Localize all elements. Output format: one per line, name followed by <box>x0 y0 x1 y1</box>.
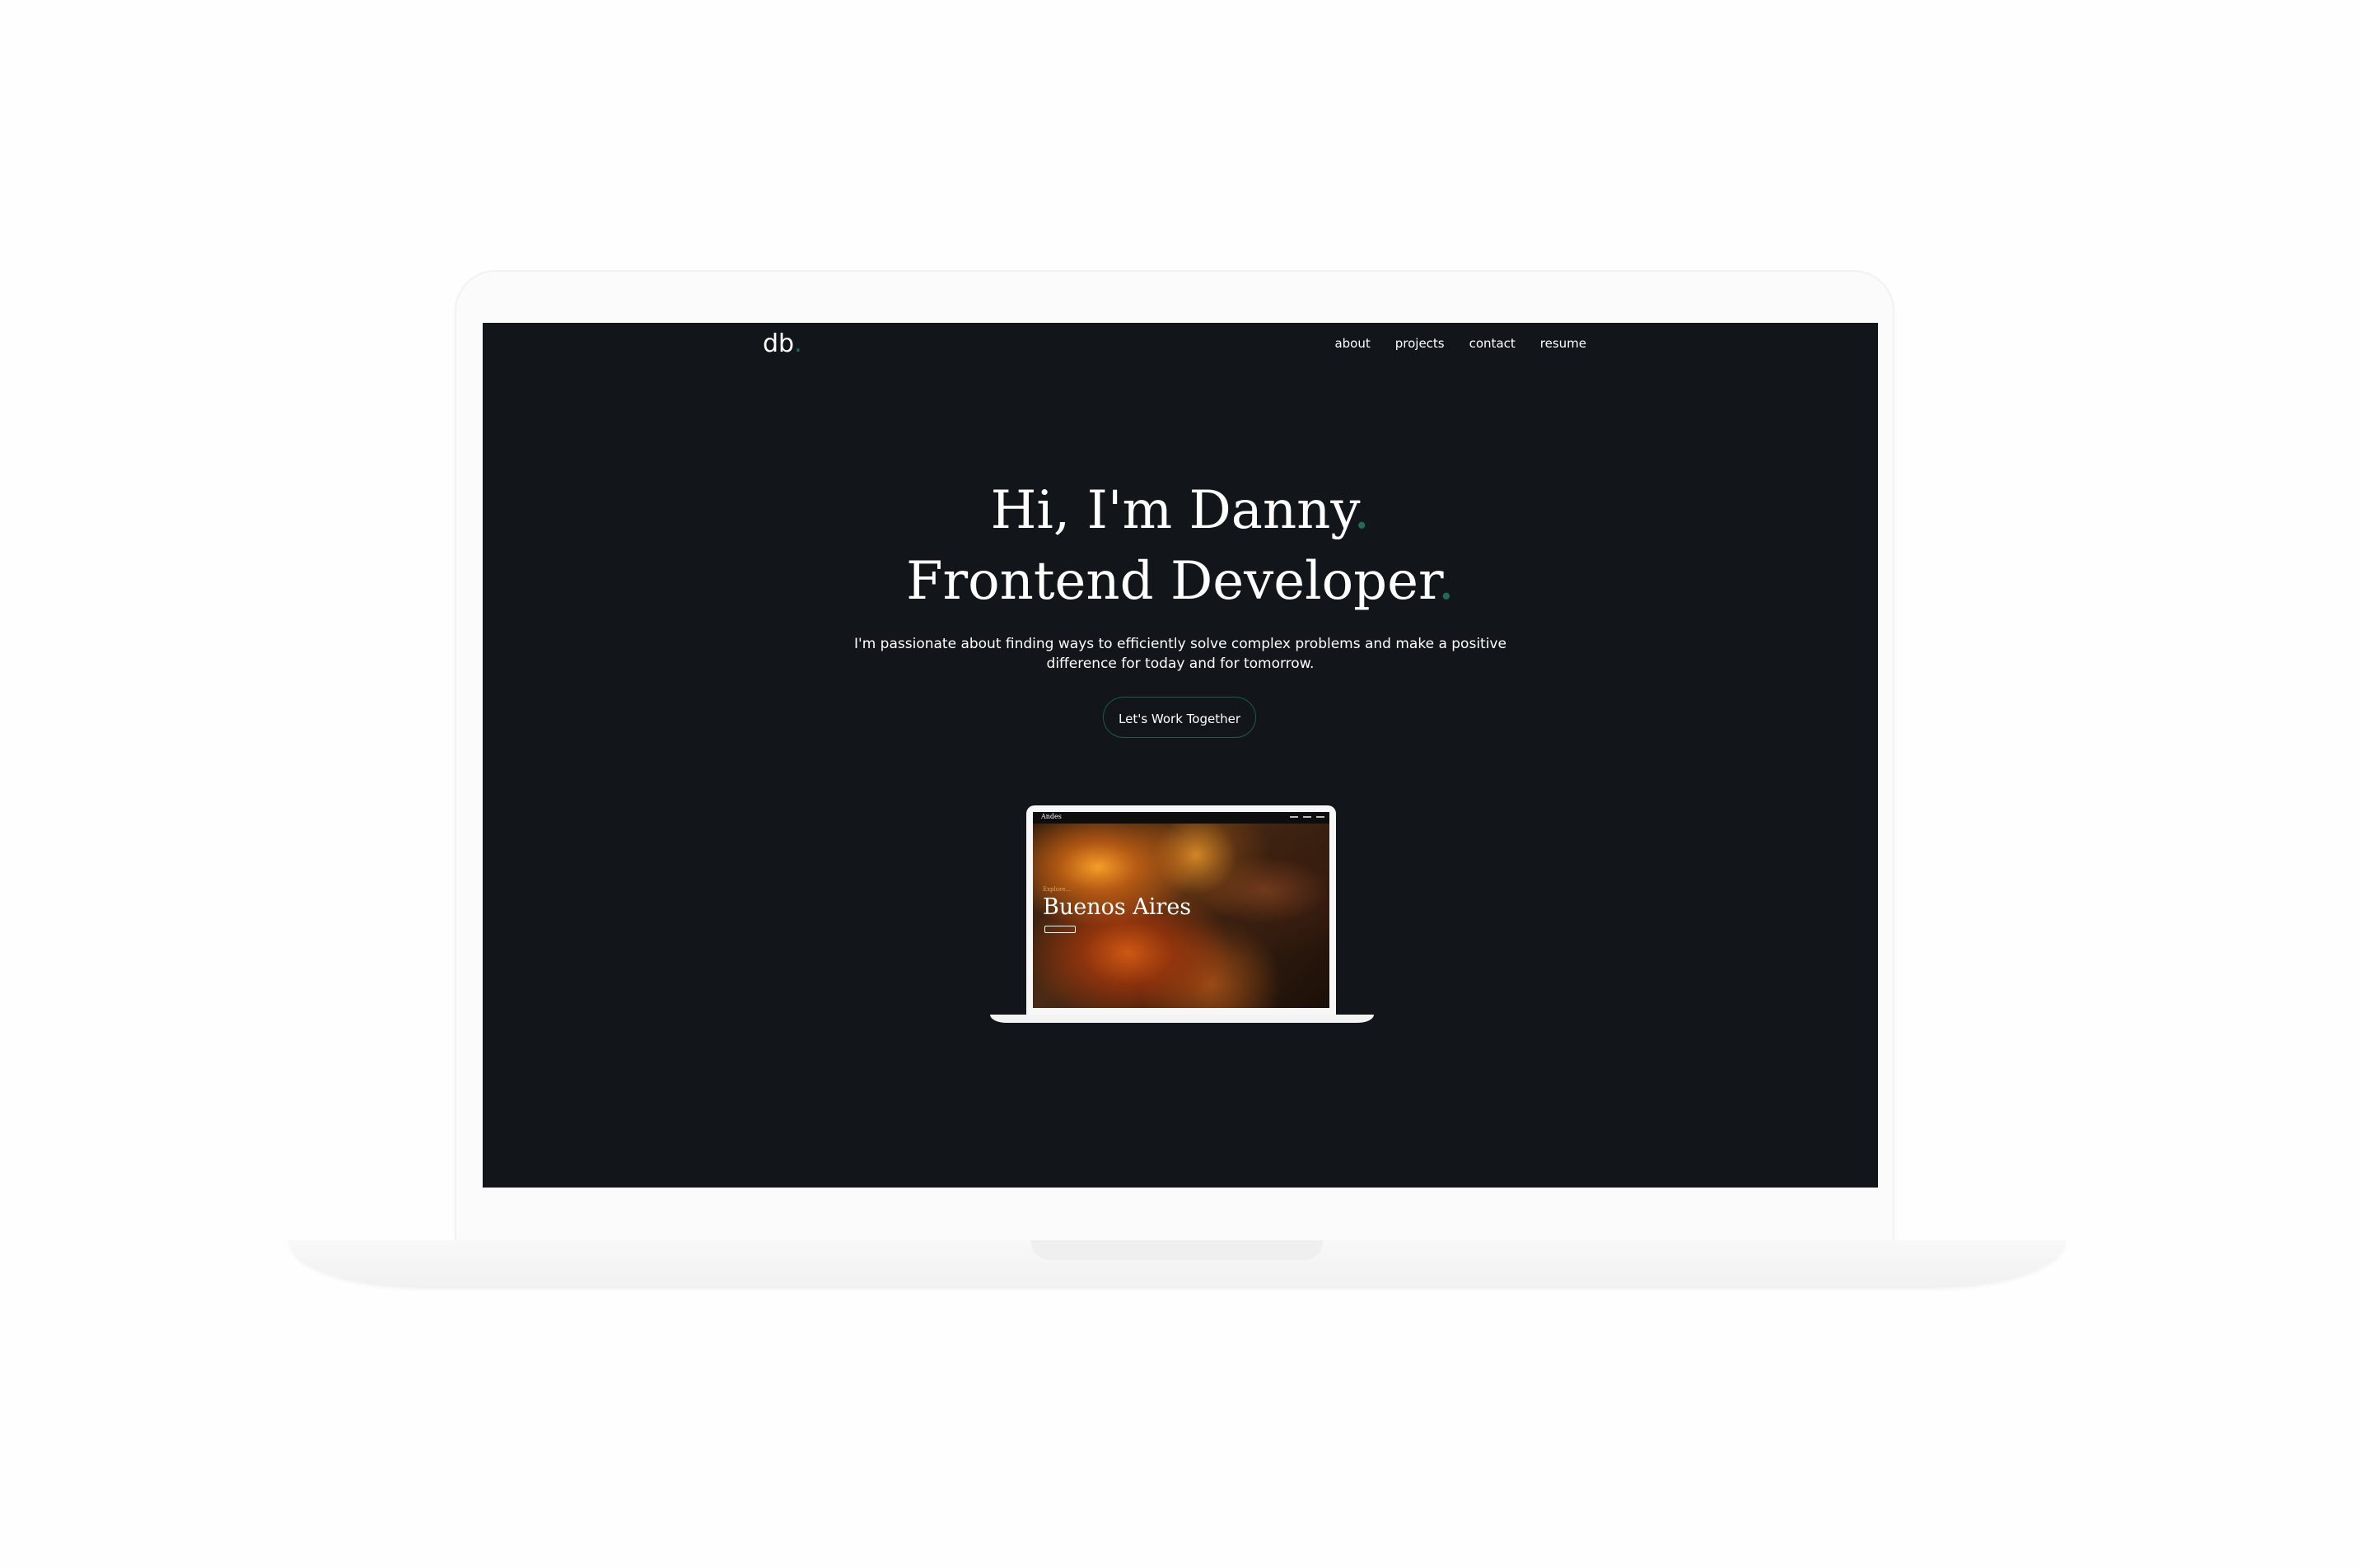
laptop-mockup-notch <box>1031 1240 1323 1260</box>
preview-nav-item <box>1290 816 1298 818</box>
hero-greeting-accent-dot: . <box>1353 480 1371 541</box>
hero-role: Frontend Developer. <box>483 555 1878 608</box>
nav-link-resume[interactable]: resume <box>1540 336 1586 351</box>
hero-role-text: Frontend Developer <box>906 551 1438 612</box>
project-preview-laptop-base <box>990 1015 1374 1023</box>
preview-kicker: Explore... <box>1043 886 1072 893</box>
hero-greeting: Hi, I'm Danny. <box>483 484 1878 537</box>
hero-description: I'm passionate about finding ways to eff… <box>854 636 1506 672</box>
nav-link-projects[interactable]: projects <box>1395 336 1445 351</box>
preview-nav <box>1290 816 1324 818</box>
nav-link-contact[interactable]: contact <box>1469 336 1516 351</box>
site-logo-dot: . <box>794 329 802 358</box>
site-logo-text: db <box>763 329 795 358</box>
preview-topbar: Andes <box>1033 812 1329 824</box>
preview-title: Buenos Aires <box>1043 894 1192 920</box>
nav-link-about[interactable]: about <box>1334 336 1370 351</box>
hero-greeting-text: Hi, I'm Danny <box>990 480 1354 541</box>
preview-button <box>1044 926 1076 933</box>
site-logo[interactable]: db. <box>763 329 802 358</box>
preview-nav-item <box>1303 816 1311 818</box>
hero-role-accent-dot: . <box>1437 551 1455 612</box>
preview-logo: Andes <box>1041 813 1062 820</box>
portfolio-website: db. about projects contact resume Hi, I'… <box>483 323 1878 1188</box>
main-nav: about projects contact resume <box>1334 336 1586 351</box>
preview-nav-item <box>1316 816 1324 818</box>
work-together-button[interactable]: Let's Work Together <box>1103 697 1256 738</box>
project-preview-screen[interactable]: Andes Explore... Buenos Aires <box>1033 812 1329 1008</box>
